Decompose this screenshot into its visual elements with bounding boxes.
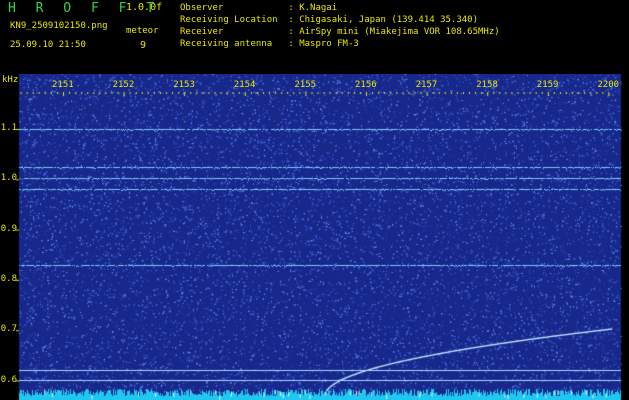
location-line: Receiving Location : Chigasaki, Japan (1…	[180, 15, 479, 25]
y-tick-label: 1.0	[0, 173, 17, 184]
x-tick-label: 2151	[52, 80, 74, 90]
x-tick-label: 2159	[536, 80, 559, 90]
observer-line: Observer : K.Nagai	[180, 3, 338, 13]
y-tick-label: 0.7	[0, 324, 17, 335]
x-tick-label: 2154	[233, 80, 256, 90]
x-tick-label: 2158	[476, 80, 498, 90]
meteor-label: meteor	[126, 26, 159, 36]
x-tick-label: 2155	[294, 80, 317, 90]
y-tick-label: 0.8	[0, 273, 17, 284]
receiver-line: Receiver : AirSpy mini (Miakejima VOR 10…	[180, 27, 500, 37]
y-tick-label: 0.6	[0, 374, 17, 385]
header-panel: H R O F F T 1.0.0f KN9_2509102150.png 25…	[0, 0, 629, 74]
antenna-line: Receiving antenna : Maspro FM-3	[180, 39, 359, 49]
x-tick-label: 2152	[112, 80, 135, 90]
file-name: KN9_2509102150.png	[10, 21, 108, 31]
y-tick-label: 0.9	[0, 223, 17, 234]
x-tick-label: 2200	[597, 80, 620, 90]
x-tick-label: 2153	[173, 80, 195, 90]
capture-datetime: 25.09.10 21:50	[10, 40, 86, 50]
meteor-count: 9	[140, 40, 147, 51]
y-axis-unit: kHz	[2, 75, 19, 85]
x-tick-label: 2156	[355, 80, 377, 90]
x-tick-label: 2157	[415, 80, 438, 90]
app-version: 1.0.0f	[126, 2, 163, 13]
y-tick-label: 1.1	[0, 123, 17, 133]
spectrogram-canvas	[0, 74, 629, 400]
